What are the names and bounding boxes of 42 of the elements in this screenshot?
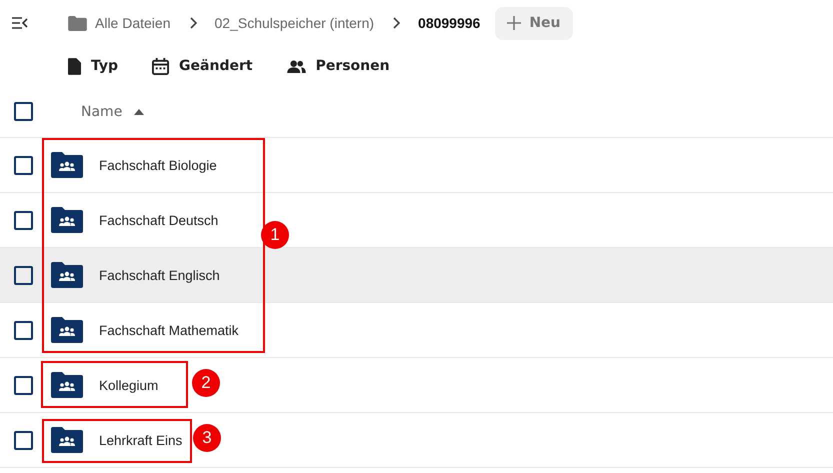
sidebar-toggle-icon[interactable] xyxy=(12,17,28,29)
row-checkbox[interactable] xyxy=(14,156,33,174)
shared-folder-icon xyxy=(51,262,83,288)
chevron-icon xyxy=(188,17,196,29)
shared-folder-icon xyxy=(51,372,83,398)
select-all-checkbox[interactable] xyxy=(14,102,33,121)
calendar-icon xyxy=(152,58,170,74)
chevron-icon xyxy=(392,17,400,29)
breadcrumb[interactable]: Alle Dateien xyxy=(95,15,170,31)
breadcrumb[interactable]: 08099996 xyxy=(418,15,480,31)
shared-folder-icon xyxy=(51,317,83,343)
filter-button[interactable]: Personen xyxy=(280,58,396,74)
shared-folder-icon xyxy=(51,207,83,233)
folder-name[interactable]: Kollegium xyxy=(99,378,158,392)
plus-icon xyxy=(507,16,522,30)
file-icon xyxy=(68,58,81,74)
shared-folder-icon xyxy=(51,427,83,453)
folder-name[interactable]: Fachschaft Biologie xyxy=(99,158,217,172)
folder-name[interactable]: Lehrkraft Eins xyxy=(99,432,182,448)
folder-icon xyxy=(68,16,87,30)
name-column-header[interactable]: Name xyxy=(81,104,122,120)
annotation-number: 3 xyxy=(193,424,221,452)
row-checkbox[interactable] xyxy=(14,430,33,450)
file-row[interactable]: Fachschaft Biologie xyxy=(0,138,833,193)
filter-button[interactable]: Geändert xyxy=(146,58,259,74)
annotation-number: 1 xyxy=(261,221,289,249)
row-checkbox[interactable] xyxy=(14,266,33,284)
folder-name[interactable]: Fachschaft Englisch xyxy=(99,268,220,282)
folder-name[interactable]: Fachschaft Deutsch xyxy=(99,212,218,228)
row-checkbox[interactable] xyxy=(14,210,33,230)
file-row[interactable]: Fachschaft Englisch xyxy=(0,248,833,303)
new-button[interactable]: Neu xyxy=(495,6,573,40)
shared-folder-icon xyxy=(51,152,83,178)
file-row[interactable]: Fachschaft Mathematik xyxy=(0,303,833,358)
row-checkbox[interactable] xyxy=(14,320,33,340)
filter-button[interactable]: Typ xyxy=(62,58,124,74)
sort-ascending-icon xyxy=(134,108,144,114)
people-icon xyxy=(286,60,306,72)
annotation-number: 2 xyxy=(192,369,220,397)
breadcrumb[interactable]: 02_Schulspeicher (intern) xyxy=(214,15,374,31)
folder-name[interactable]: Fachschaft Mathematik xyxy=(99,322,239,338)
row-checkbox[interactable] xyxy=(14,376,33,394)
